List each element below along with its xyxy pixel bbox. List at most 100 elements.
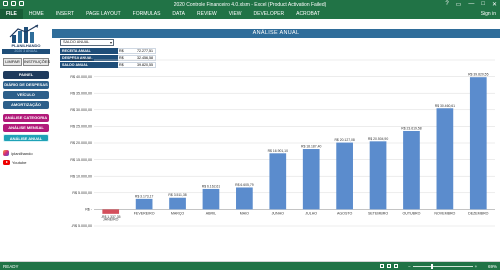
x-tick-label: MAIO	[240, 211, 249, 215]
x-tick-label: MARÇO	[171, 211, 185, 215]
nav-analise-categoria-button[interactable]: ANÁLISE CATEGORIA	[3, 114, 49, 122]
page-layout-view-icon[interactable]	[387, 263, 391, 268]
zoom-out-button[interactable]: −	[408, 264, 411, 269]
y-tick-label: R$ 15.000,00	[70, 158, 92, 162]
x-tick-label: JUNHO	[272, 211, 285, 215]
x-tick-label: JANEIRO	[103, 217, 119, 221]
youtube-icon	[3, 160, 10, 165]
worksheet: PLANILHANDO 2020 3 ANUAL LIMPAR INSTRUÇÕ…	[0, 19, 500, 261]
main-panel: ANÁLISE ANUAL SALDO ANUAL ▾ RECEITA ANUA…	[52, 19, 500, 261]
nav-amortizacao-button[interactable]: AMORTIZAÇÃO	[3, 101, 49, 109]
tab-page-layout[interactable]: PAGE LAYOUT	[80, 11, 127, 17]
x-tick-label: FEVEREIRO	[134, 211, 155, 215]
chart-bar	[202, 188, 220, 210]
tab-data[interactable]: DATA	[166, 11, 191, 17]
instagram-label: /planilhando	[11, 150, 33, 156]
excel-window: 2020 Controle Financeiro 4.0.xlsm - Exce…	[0, 0, 500, 270]
y-tick-label: R$ 5.000,00	[72, 191, 92, 195]
tab-home[interactable]: HOME	[23, 11, 50, 17]
chart-bar	[236, 187, 253, 210]
zoom-slider[interactable]	[412, 263, 473, 269]
maximize-icon[interactable]: □	[481, 1, 485, 8]
chart-bar	[302, 149, 320, 210]
tab-acrobat[interactable]: ACROBAT	[290, 11, 326, 17]
nav-painel-button[interactable]: PAINEL	[3, 71, 49, 79]
instagram-link[interactable]: /planilhando	[3, 150, 33, 156]
x-tick-label: DEZEMBRO	[468, 211, 489, 215]
data-label: R$ 18.187,40	[301, 145, 321, 149]
annual-balance-chart: -R$ 5.000,00 R$ - R$ 5.000,00 R$ 10.000,00 R…	[70, 58, 495, 228]
nav-analise-mensal-button[interactable]: ANÁLISE MENSAL	[3, 124, 49, 132]
version-label: 2020 3 ANUAL	[2, 49, 50, 54]
x-tick-label: JULHO	[305, 211, 317, 215]
y-tick-label: R$ 20.000,00	[70, 141, 92, 145]
y-tick-label: R$ 30.000,00	[70, 108, 92, 112]
x-tick-label: ABRIL	[206, 211, 216, 215]
normal-view-icon[interactable]	[380, 263, 384, 268]
window-controls: ? ▭ — □ ✕	[445, 1, 497, 8]
y-tick-label: R$ 45.000,00	[70, 58, 92, 62]
tab-view[interactable]: VIEW	[223, 11, 248, 17]
minimize-icon[interactable]: —	[468, 1, 474, 8]
zoom-level[interactable]: 69%	[488, 264, 497, 269]
chart-bar	[469, 77, 487, 210]
ribbon-display-icon[interactable]: ▭	[456, 1, 462, 8]
data-label: R$ 16.901,10	[268, 149, 288, 153]
page-break-view-icon[interactable]	[394, 263, 398, 268]
sidebar: PLANILHANDO 2020 3 ANUAL LIMPAR INSTRUÇÕ…	[0, 19, 52, 261]
y-tick-label: R$ 10.000,00	[70, 174, 92, 178]
close-icon[interactable]: ✕	[492, 1, 497, 8]
chart-bar	[269, 153, 287, 210]
file-tab[interactable]: FILE	[0, 9, 23, 19]
chart-bar	[436, 108, 454, 210]
view-buttons	[380, 263, 398, 268]
youtube-link[interactable]: Youtube	[3, 160, 27, 165]
instagram-icon	[3, 150, 9, 156]
logo-text: PLANILHANDO	[11, 43, 41, 48]
y-tick-label: -R$ 5.000,00	[71, 224, 92, 228]
data-label: R$ 20.127,08	[334, 138, 354, 142]
youtube-label: Youtube	[12, 160, 27, 165]
window-title: 2020 Controle Financeiro 4.0.xlsm - Exce…	[173, 1, 327, 8]
data-label: R$ 6.162,61	[202, 184, 221, 188]
zoom-slider-thumb[interactable]	[431, 263, 434, 269]
data-label: R$ 3.511,38	[168, 193, 186, 197]
sign-in-link[interactable]: Sign in	[481, 11, 500, 17]
data-label: R$ 3.173,17	[135, 194, 154, 198]
chart-bar	[403, 130, 420, 210]
chart-bar	[102, 209, 120, 214]
x-tick-label: OUTUBRO	[402, 211, 420, 215]
planilhando-logo	[9, 24, 39, 43]
zoom-in-button[interactable]: +	[475, 264, 478, 269]
title-bar: 2020 Controle Financeiro 4.0.xlsm - Exce…	[0, 0, 500, 9]
data-label: R$ 20.504,90	[368, 137, 388, 141]
y-tick-label: R$ -	[85, 208, 93, 212]
y-tick-label: R$ 25.000,00	[70, 125, 92, 129]
tab-insert[interactable]: INSERT	[50, 11, 80, 17]
chart-bar	[336, 142, 353, 210]
ribbon-tabs: FILE HOME INSERT PAGE LAYOUT FORMULAS DA…	[0, 9, 500, 19]
tab-developer[interactable]: DEVELOPER	[248, 11, 291, 17]
help-icon[interactable]: ?	[445, 1, 448, 8]
data-label: R$ 30.460,61	[435, 104, 455, 108]
nav-analise-anual-button[interactable]: ANÁLISE ANUAL	[3, 134, 49, 142]
status-ready: READY	[3, 263, 19, 269]
tab-review[interactable]: REVIEW	[191, 11, 223, 17]
status-bar: READY − + 69%	[0, 262, 500, 270]
data-label: R$ 23.619,58	[401, 126, 421, 130]
y-tick-label: R$ 35.000,00	[70, 91, 92, 95]
data-label: R$ 6.605,79	[235, 183, 254, 187]
limpar-button[interactable]: LIMPAR	[3, 58, 22, 66]
y-tick-label: R$ 40.000,00	[70, 75, 92, 79]
zoom-control: − +	[408, 263, 478, 269]
x-tick-label: NOVEMBRO	[434, 211, 455, 215]
instrucoes-button[interactable]: INSTRUÇÕES	[23, 58, 50, 66]
x-tick-label: SETEMBRO	[368, 211, 388, 215]
tab-formulas[interactable]: FORMULAS	[127, 11, 167, 17]
nav-veiculo-button[interactable]: VEÍCULO	[3, 91, 49, 99]
nav-diario-despesas-button[interactable]: DIÁRIO DE DESPESAS	[3, 81, 49, 89]
data-label: R$ 39.820,55	[468, 73, 488, 77]
chart-bar	[135, 198, 153, 210]
x-tick-label: AGOSTO	[337, 211, 353, 215]
chart-bar	[169, 197, 186, 210]
